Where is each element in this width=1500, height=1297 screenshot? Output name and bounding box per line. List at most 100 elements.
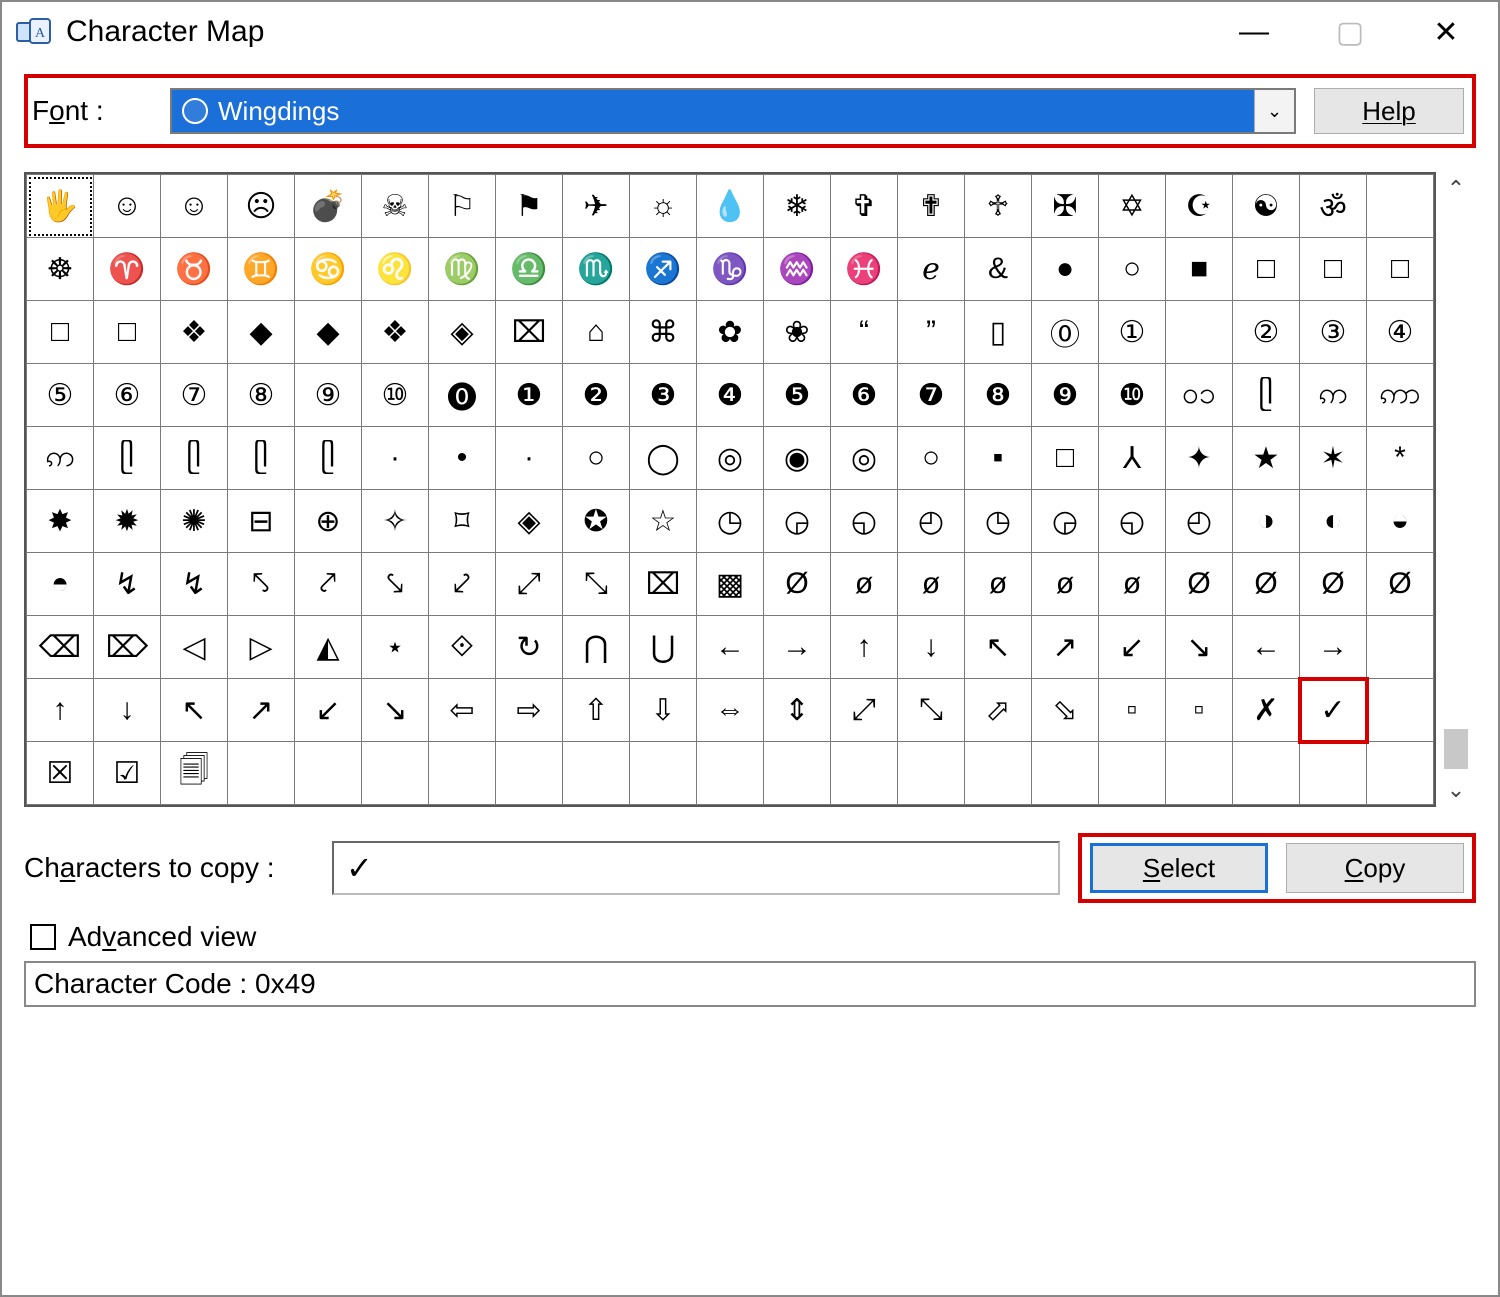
char-cell[interactable]: ✦	[1166, 427, 1233, 490]
char-cell[interactable]: ↗	[228, 679, 295, 742]
font-dropdown[interactable]: Wingdings ⌄	[170, 88, 1296, 134]
char-cell[interactable]: ☺	[94, 175, 161, 238]
char-cell[interactable]: ᥫ	[1233, 364, 1300, 427]
char-cell[interactable]: ✈	[563, 175, 630, 238]
char-cell[interactable]: ⚐	[429, 175, 496, 238]
char-cell[interactable]: ∙	[496, 427, 563, 490]
scroll-down-icon[interactable]: ⌄	[1447, 777, 1465, 803]
char-cell[interactable]	[228, 742, 295, 805]
char-cell[interactable]: ✧	[362, 490, 429, 553]
char-cell[interactable]	[1367, 616, 1434, 679]
char-cell[interactable]: ◆	[295, 301, 362, 364]
char-cell[interactable]: ⌂	[563, 301, 630, 364]
char-cell[interactable]: ★	[1233, 427, 1300, 490]
char-cell[interactable]: ⑧	[228, 364, 295, 427]
char-cell[interactable]: □	[1032, 427, 1099, 490]
char-cell[interactable]: ⓪	[1032, 301, 1099, 364]
char-cell[interactable]: ❖	[161, 301, 228, 364]
char-cell[interactable]: ▪	[965, 427, 1032, 490]
char-cell[interactable]: ◐	[1300, 490, 1367, 553]
char-cell[interactable]	[295, 742, 362, 805]
char-cell[interactable]: ◴	[1166, 490, 1233, 553]
char-cell[interactable]	[429, 742, 496, 805]
char-cell[interactable]: ↓	[94, 679, 161, 742]
char-cell[interactable]: ☑	[94, 742, 161, 805]
char-cell[interactable]: ✟	[898, 175, 965, 238]
char-cell[interactable]	[630, 742, 697, 805]
char-cell[interactable]: ⚑	[496, 175, 563, 238]
char-cell[interactable]: ⋂	[563, 616, 630, 679]
char-cell[interactable]: ✡	[1099, 175, 1166, 238]
char-cell[interactable]: ↙	[295, 679, 362, 742]
char-cell[interactable]: ❽	[965, 364, 1032, 427]
char-cell[interactable]: ❿	[1099, 364, 1166, 427]
char-cell[interactable]: ↘	[1166, 616, 1233, 679]
char-cell[interactable]	[362, 742, 429, 805]
char-cell[interactable]: •	[429, 427, 496, 490]
char-cell[interactable]	[1367, 175, 1434, 238]
char-cell[interactable]: ✶	[1300, 427, 1367, 490]
char-cell[interactable]: ◑	[1233, 490, 1300, 553]
char-cell[interactable]: □	[1233, 238, 1300, 301]
char-cell[interactable]: ✿	[697, 301, 764, 364]
char-cell[interactable]: →	[1300, 616, 1367, 679]
char-cell[interactable]: ←	[697, 616, 764, 679]
char-cell[interactable]: ☼	[630, 175, 697, 238]
char-cell[interactable]: ☪	[1166, 175, 1233, 238]
char-cell[interactable]	[496, 742, 563, 805]
char-cell[interactable]: ↑	[831, 616, 898, 679]
char-cell[interactable]: ⊕	[295, 490, 362, 553]
char-cell[interactable]: ⑦	[161, 364, 228, 427]
char-cell[interactable]: ဢာ	[1367, 364, 1434, 427]
char-cell[interactable]: □	[27, 301, 94, 364]
char-cell[interactable]: ⋆	[362, 616, 429, 679]
char-cell[interactable]: ◭	[295, 616, 362, 679]
char-cell[interactable]: ø	[831, 553, 898, 616]
char-cell[interactable]: ☒	[27, 742, 94, 805]
char-cell[interactable]: ☸	[27, 238, 94, 301]
char-cell[interactable]: ✞	[831, 175, 898, 238]
char-cell[interactable]: ⤡	[898, 679, 965, 742]
char-cell[interactable]: ℯ	[898, 238, 965, 301]
char-cell[interactable]: ♊	[228, 238, 295, 301]
char-cell[interactable]: ▷	[228, 616, 295, 679]
char-cell[interactable]: ☆	[630, 490, 697, 553]
char-cell[interactable]: ←	[1233, 616, 1300, 679]
char-cell[interactable]: ♋	[295, 238, 362, 301]
char-cell[interactable]	[1166, 742, 1233, 805]
char-cell[interactable]: ø	[965, 553, 1032, 616]
char-cell[interactable]: ↖	[965, 616, 1032, 679]
char-cell[interactable]: ⤤	[295, 553, 362, 616]
char-cell[interactable]: ○	[1099, 238, 1166, 301]
char-cell[interactable]: ⤡	[563, 553, 630, 616]
char-cell[interactable]	[831, 742, 898, 805]
char-cell[interactable]: ◒	[1367, 490, 1434, 553]
char-cell[interactable]: Ø	[1233, 553, 1300, 616]
scroll-up-icon[interactable]: ⌃	[1447, 176, 1465, 202]
char-cell[interactable]	[1300, 742, 1367, 805]
char-cell[interactable]: 💧	[697, 175, 764, 238]
char-cell[interactable]: ◯	[630, 427, 697, 490]
char-cell[interactable]: ▯	[965, 301, 1032, 364]
char-cell[interactable]: ⑥	[94, 364, 161, 427]
char-cell[interactable]: ø	[1032, 553, 1099, 616]
char-cell[interactable]: ◶	[764, 490, 831, 553]
char-cell[interactable]: ↖	[161, 679, 228, 742]
char-cell[interactable]: ☺	[161, 175, 228, 238]
char-cell[interactable]: ②	[1233, 301, 1300, 364]
char-cell[interactable]: ↓	[898, 616, 965, 679]
char-cell[interactable]	[1367, 679, 1434, 742]
char-cell[interactable]: ✹	[94, 490, 161, 553]
char-cell[interactable]: ॐ	[1300, 175, 1367, 238]
char-cell[interactable]: ☠	[362, 175, 429, 238]
minimize-button[interactable]: —	[1206, 8, 1302, 56]
char-cell[interactable]: ③	[1300, 301, 1367, 364]
char-cell[interactable]: ✪	[563, 490, 630, 553]
char-cell[interactable]: ❾	[1032, 364, 1099, 427]
char-cell[interactable]: ♐	[630, 238, 697, 301]
char-cell[interactable]: ◎	[831, 427, 898, 490]
char-cell[interactable]	[1032, 742, 1099, 805]
char-cell[interactable]: ❶	[496, 364, 563, 427]
char-cell[interactable]: ○	[898, 427, 965, 490]
char-cell[interactable]: ᥫ	[161, 427, 228, 490]
